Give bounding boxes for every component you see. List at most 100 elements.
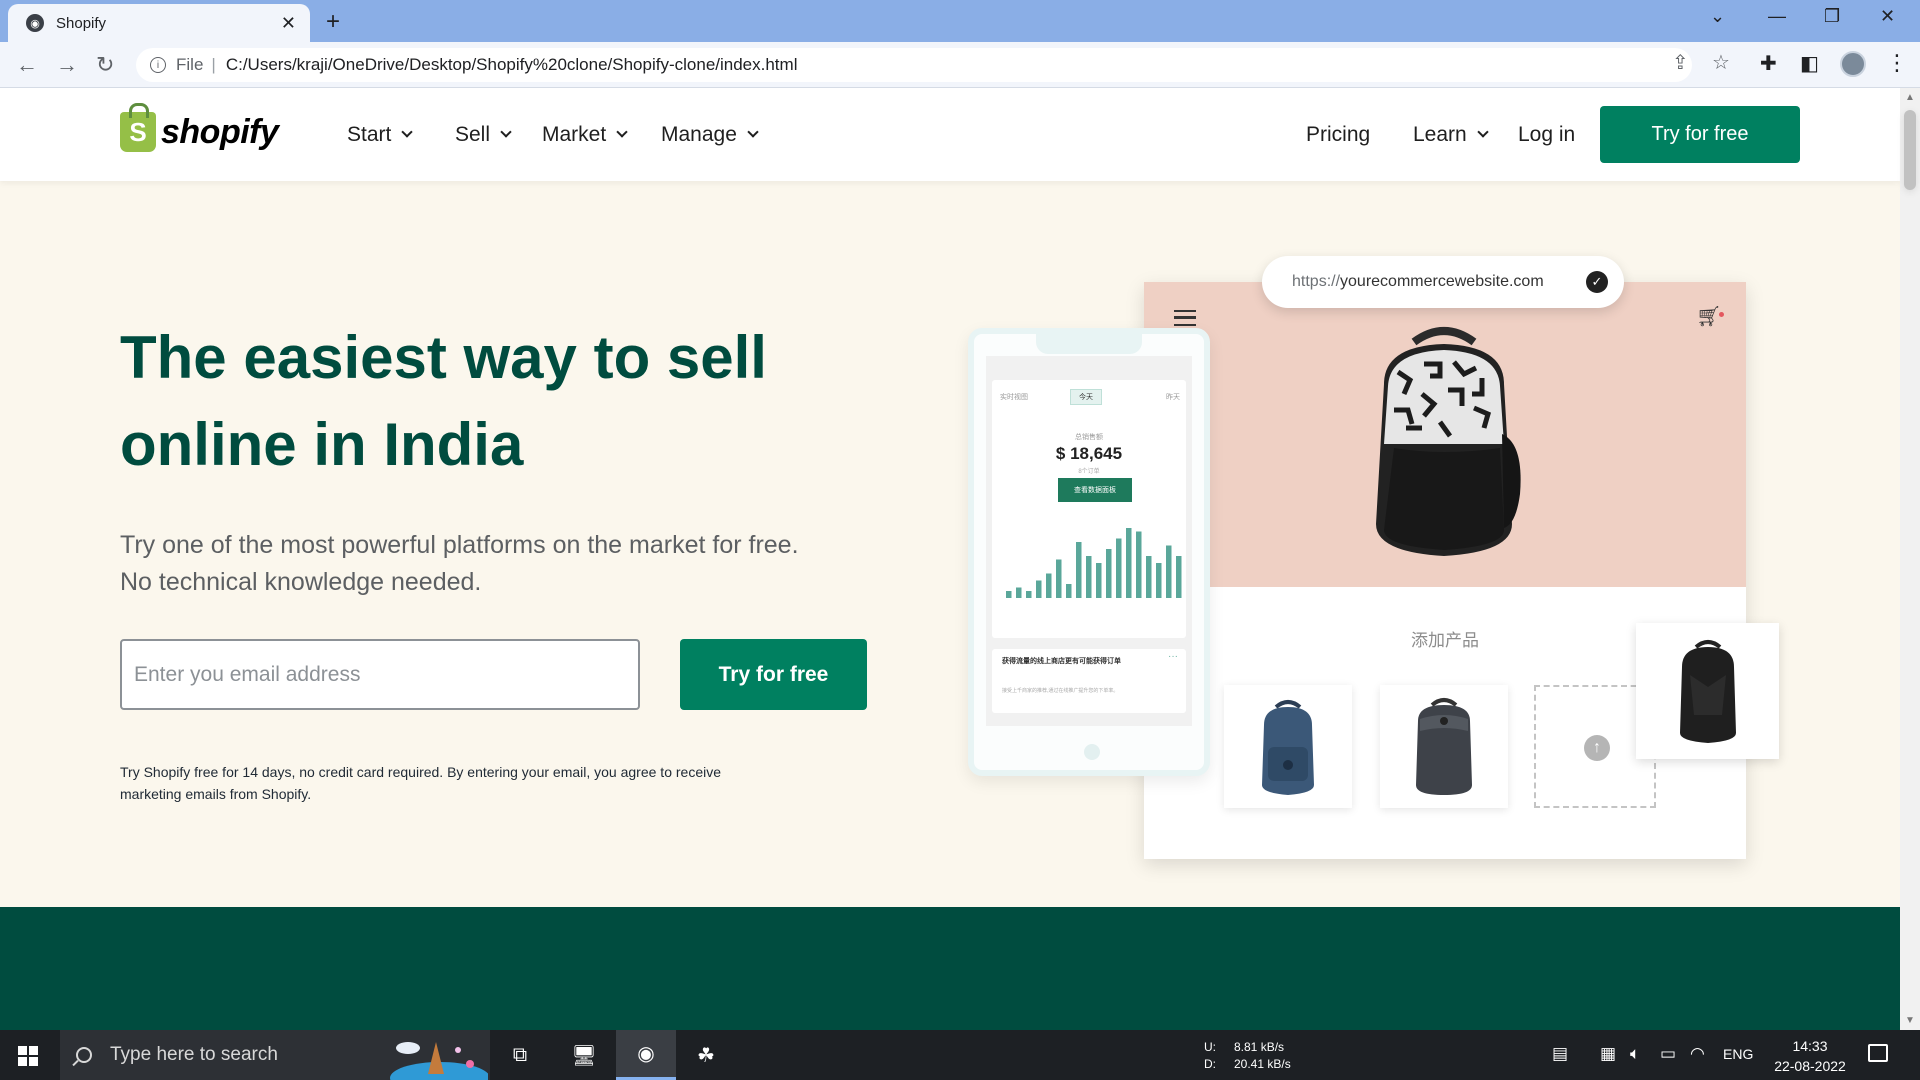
dashboard-bar	[1026, 591, 1032, 598]
phone-mockup: 实时视图 今天 昨天 总销售额 $ 18,645 8个订单 查看数据面板 ···…	[968, 328, 1210, 776]
browser-toolbar: ← → ↻ i File | C:/Users/kraji/OneDrive/D…	[0, 42, 1920, 88]
wifi-icon[interactable]: ◠	[1690, 1044, 1705, 1064]
nav-learn[interactable]: Learn	[1413, 88, 1489, 181]
nav-pricing[interactable]: Pricing	[1306, 88, 1370, 181]
side-panel-icon[interactable]: ◧	[1800, 51, 1819, 76]
hero-try-free-button[interactable]: Try for free	[680, 639, 867, 710]
notifications-icon[interactable]	[1868, 1044, 1888, 1062]
windows-taskbar: Type here to search ⧉ 🖥︎ ◉ ☘ U: 8.81 kB/s…	[0, 1030, 1920, 1080]
back-arrow-icon[interactable]: ←	[16, 52, 38, 78]
network-speed-meter: U: 8.81 kB/s D: 20.41 kB/s	[1204, 1039, 1291, 1073]
dashboard-bar	[1146, 556, 1152, 598]
nav-manage[interactable]: Manage	[661, 88, 759, 181]
total-sales-caption: 总销售额	[1075, 434, 1103, 441]
nav-market[interactable]: Market	[542, 88, 628, 181]
dashboard-bar	[1126, 528, 1132, 598]
page-scrollbar[interactable]: ▲ ▼	[1900, 88, 1920, 1030]
upload-speed: 8.81 kB/s	[1234, 1040, 1285, 1054]
dashboard-bar	[1046, 573, 1052, 598]
chameleon-app-icon[interactable]: ☘	[676, 1030, 736, 1080]
email-field[interactable]	[120, 639, 640, 710]
minimize-icon[interactable]: —	[1768, 6, 1786, 27]
blue-backpack-image	[1262, 700, 1314, 795]
nav-learn-label: Learn	[1413, 122, 1467, 146]
shopify-favicon-icon: ◉	[26, 14, 44, 32]
site-header: S shopify Start Sell Market Manage Prici…	[0, 88, 1900, 181]
tab-title: Shopify	[56, 14, 107, 32]
chrome-taskbar-icon[interactable]: ◉	[616, 1030, 676, 1080]
store-url-pill: https:// yourecommercewebsite.com ✓	[1262, 256, 1624, 308]
tab-close-icon[interactable]: ✕	[281, 13, 296, 34]
battery-icon[interactable]: ▭	[1660, 1044, 1676, 1064]
store-preview-card: 🛒︎ 添加产品 ↑	[1144, 282, 1746, 859]
chevron-down-icon	[401, 126, 414, 138]
url-scheme: https://	[1292, 273, 1341, 290]
chevron-down-icon	[1477, 126, 1489, 138]
new-tab-icon[interactable]: +	[326, 8, 340, 36]
trial-disclaimer: Try Shopify free for 14 days, no credit …	[120, 761, 800, 805]
download-speed: 20.41 kB/s	[1234, 1057, 1291, 1071]
phone-screen: 实时视图 今天 昨天 总销售额 $ 18,645 8个订单 查看数据面板 ···…	[986, 356, 1192, 726]
address-bar[interactable]: i File | C:/Users/kraji/OneDrive/Desktop…	[136, 48, 1692, 82]
nav-sell-label: Sell	[455, 122, 491, 146]
shopify-logo[interactable]: S shopify	[120, 103, 279, 152]
nav-start-label: Start	[347, 122, 392, 146]
upload-arrow-icon: ↑	[1584, 735, 1610, 761]
extensions-puzzle-icon[interactable]: ✚	[1760, 51, 1777, 76]
cart-badge-dot	[1719, 312, 1724, 317]
browser-tab-strip: ◉ Shopify ✕ + ⌄ — ❐ ✕	[0, 0, 1920, 42]
dashboard-tab-yesterday: 昨天	[1166, 394, 1180, 401]
news-widget-icon[interactable]: ▤	[1552, 1044, 1568, 1064]
input-language[interactable]: ENG	[1723, 1046, 1753, 1062]
nav-start[interactable]: Start	[347, 88, 414, 181]
nav-market-label: Market	[542, 122, 607, 146]
restore-icon[interactable]: ❐	[1824, 6, 1840, 27]
scroll-up-arrow-icon[interactable]: ▲	[1905, 92, 1915, 103]
orders-count: 8个订单	[1078, 469, 1100, 475]
tab-search-chevron-icon[interactable]: ⌄	[1710, 6, 1725, 27]
header-try-free-button[interactable]: Try for free	[1600, 106, 1800, 163]
dashboard-tab-today: 今天	[1070, 389, 1102, 405]
nav-sell[interactable]: Sell	[455, 88, 512, 181]
nav-login[interactable]: Log in	[1518, 88, 1575, 181]
product-thumbnail-blue-backpack	[1224, 685, 1352, 808]
storage-drive-icon[interactable]: ▦	[1600, 1044, 1616, 1064]
task-view-icon[interactable]: ⧉	[490, 1030, 550, 1080]
volume-icon[interactable]: 🔈︎	[1630, 1044, 1640, 1064]
floating-product-card	[1636, 623, 1779, 759]
shopify-bag-icon: S	[120, 103, 156, 152]
brand-wordmark: shopify	[161, 112, 279, 151]
chevron-down-icon	[616, 126, 628, 138]
more-dots-icon: ···	[1168, 651, 1178, 662]
window-close-icon[interactable]: ✕	[1880, 6, 1895, 27]
backpack-product-image	[1376, 327, 1521, 556]
reload-icon[interactable]: ↻	[96, 52, 114, 78]
url-text[interactable]: C:/Users/kraji/OneDrive/Desktop/Shopify%…	[226, 55, 798, 75]
nav-pricing-label: Pricing	[1306, 122, 1371, 146]
hamburger-menu-icon	[1174, 310, 1196, 326]
system-clock[interactable]: 14:33 22-08-2022	[1766, 1036, 1854, 1076]
product-thumbnail-grey-backpack	[1380, 685, 1508, 808]
scrollbar-thumb[interactable]	[1904, 110, 1916, 190]
dashboard-bar	[1086, 556, 1092, 598]
disclaimer-line-1: Try Shopify free for 14 days, no credit …	[120, 764, 722, 780]
profile-avatar[interactable]	[1840, 51, 1866, 77]
dashboard-bar	[1106, 549, 1112, 598]
bookmark-star-icon[interactable]: ☆	[1712, 50, 1730, 75]
dashboard-bar	[1156, 563, 1162, 598]
sales-bar-chart	[1006, 528, 1182, 598]
forward-arrow-icon[interactable]: →	[56, 52, 78, 78]
desktop-app-icon[interactable]: 🖥︎	[554, 1030, 614, 1080]
browser-tab[interactable]: ◉ Shopify ✕	[8, 4, 310, 42]
black-backpack-image	[1680, 640, 1736, 743]
windows-start-icon[interactable]	[18, 1046, 38, 1066]
site-info-icon[interactable]: i	[150, 57, 166, 73]
browser-menu-icon[interactable]: ⋮	[1886, 50, 1908, 76]
hero-subtitle-line-2: No technical knowledge needed.	[120, 568, 482, 596]
total-sales-value: $ 18,645	[1055, 444, 1123, 463]
share-icon[interactable]: ⇪	[1672, 50, 1689, 75]
clock-date: 22-08-2022	[1774, 1058, 1846, 1074]
phone-home-button	[1084, 744, 1100, 760]
dashboard-bar	[1076, 542, 1082, 598]
scroll-down-arrow-icon[interactable]: ▼	[1905, 1015, 1915, 1026]
